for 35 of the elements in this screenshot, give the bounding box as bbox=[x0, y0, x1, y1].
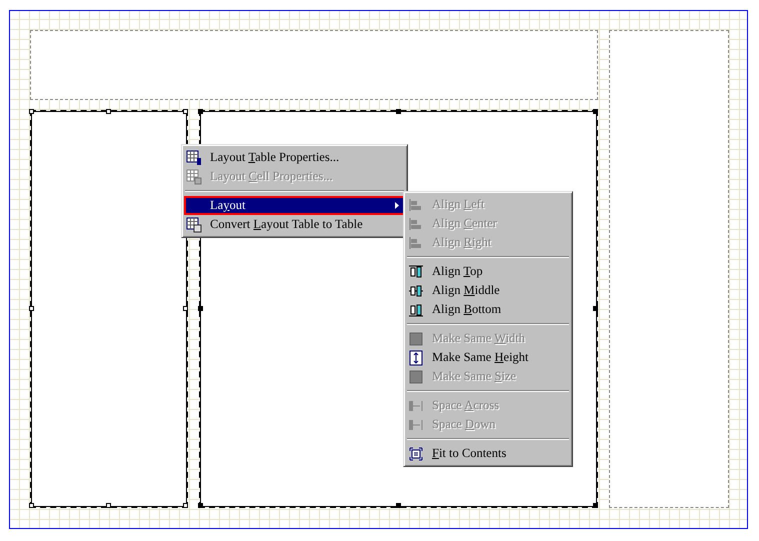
same-height-icon bbox=[408, 350, 424, 366]
resize-handle[interactable] bbox=[593, 503, 598, 508]
grid-table-icon bbox=[186, 216, 202, 232]
layout-cell[interactable] bbox=[30, 110, 188, 508]
resize-handle[interactable] bbox=[29, 306, 34, 311]
fit-contents-icon bbox=[408, 446, 424, 462]
resize-handle[interactable] bbox=[29, 109, 34, 114]
align-top-icon bbox=[408, 264, 424, 280]
menu-item[interactable]: Convert Layout Table to Table bbox=[184, 215, 405, 234]
resize-handle[interactable] bbox=[396, 503, 400, 508]
submenu-arrow-icon bbox=[395, 202, 399, 209]
resize-handle[interactable] bbox=[183, 306, 188, 311]
resize-handle[interactable] bbox=[396, 109, 400, 114]
menu-item[interactable]: Align Bottom bbox=[406, 300, 570, 319]
align-bottom-icon bbox=[408, 302, 424, 318]
menu-item[interactable]: Layout Table Properties... bbox=[184, 148, 405, 167]
menu-item[interactable]: Align Top bbox=[406, 262, 570, 281]
align-middle-icon bbox=[408, 282, 424, 298]
align-left-icon bbox=[408, 196, 424, 212]
resize-handle[interactable] bbox=[593, 306, 598, 311]
menu-item[interactable]: Layout bbox=[184, 196, 405, 215]
menu-item[interactable]: Fit to Contents bbox=[406, 444, 570, 463]
resize-handle[interactable] bbox=[29, 503, 34, 508]
resize-handle[interactable] bbox=[183, 503, 188, 508]
menu-item[interactable]: Make Same Height bbox=[406, 348, 570, 367]
menu-item[interactable]: Align Middle bbox=[406, 281, 570, 300]
resize-handle[interactable] bbox=[183, 109, 188, 114]
cell-properties-icon bbox=[186, 168, 202, 184]
resize-handle[interactable] bbox=[106, 109, 111, 114]
resize-handle[interactable] bbox=[106, 503, 111, 508]
resize-handle[interactable] bbox=[593, 109, 598, 114]
table-info-icon bbox=[186, 150, 202, 166]
resize-handle[interactable] bbox=[198, 503, 203, 508]
resize-handle[interactable] bbox=[198, 109, 203, 114]
resize-handle[interactable] bbox=[198, 306, 203, 311]
